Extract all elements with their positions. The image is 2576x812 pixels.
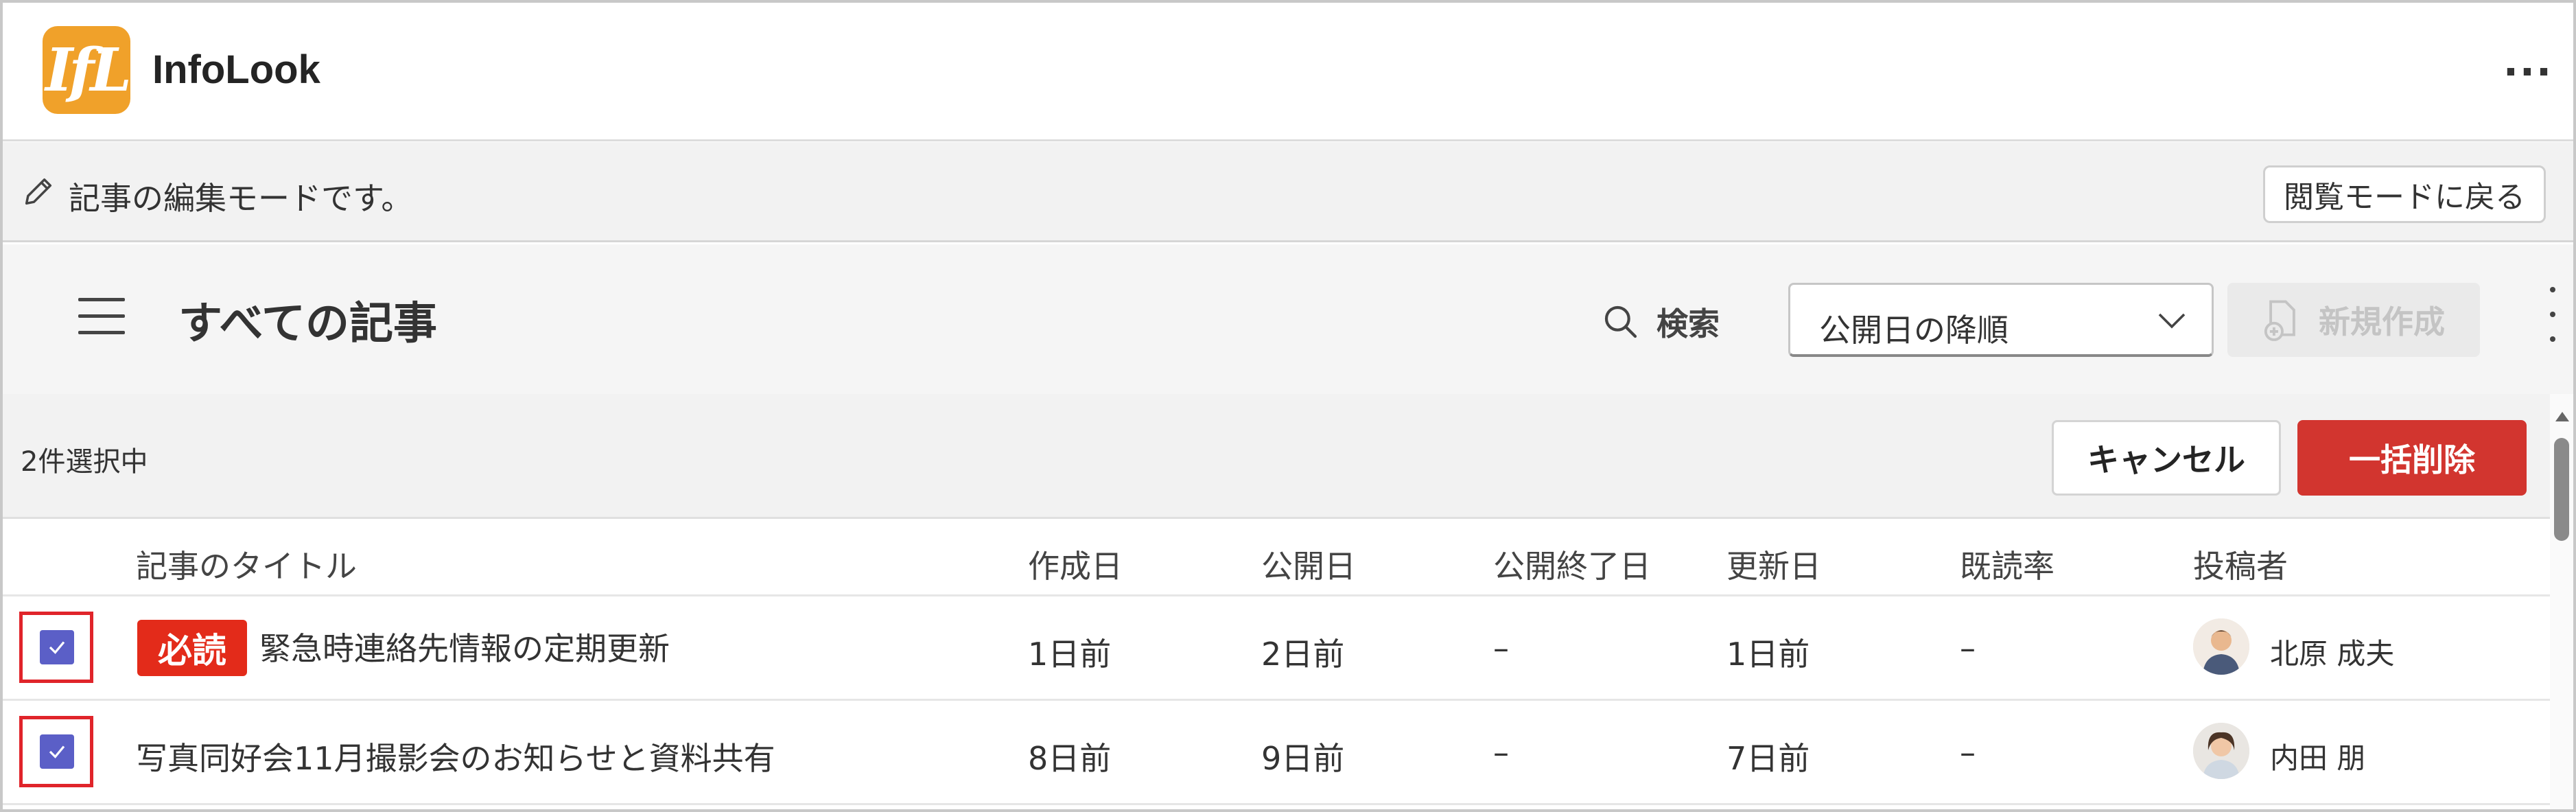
header-read-rate[interactable]: 既読率	[1960, 542, 2054, 587]
cancel-button[interactable]: キャンセル	[2052, 420, 2281, 496]
published-date: 9日前	[1261, 740, 1345, 777]
hamburger-menu-icon[interactable]	[78, 298, 125, 335]
selection-bar: 2件選択中 キャンセル 一括削除	[3, 394, 2550, 519]
read-rate: –	[1960, 734, 1976, 771]
table-header-row: 記事のタイトル 作成日 公開日 公開終了日 更新日 既読率 投稿者	[3, 521, 2550, 596]
toolbar-more-icon[interactable]	[2544, 287, 2561, 342]
vertical-scrollbar[interactable]	[2550, 394, 2573, 809]
selection-highlight	[19, 612, 93, 683]
header-end-date[interactable]: 公開終了日	[1493, 542, 1651, 587]
edit-mode-bar: 記事の編集モードです。 閲覧モードに戻る	[3, 142, 2573, 242]
scroll-up-icon[interactable]	[2555, 412, 2569, 421]
new-article-button[interactable]: 新規作成	[2227, 283, 2480, 357]
table-row[interactable]: 必読 緊急時連絡先情報の定期更新 1日前 2日前 – 1日前 – 北原 成夫	[3, 596, 2550, 701]
search-label: 検索	[1656, 305, 1720, 343]
must-read-badge: 必読	[137, 620, 247, 676]
checkmark-icon	[49, 641, 65, 654]
bulk-delete-button[interactable]: 一括削除	[2297, 420, 2527, 496]
search-button[interactable]: 検索	[1602, 299, 1720, 345]
toolbar: すべての記事 検索 公開日の降順 新規作成	[3, 244, 2573, 394]
sort-dropdown[interactable]: 公開日の降順	[1788, 283, 2214, 357]
app-header: IfL InfoLook ...	[3, 3, 2573, 141]
end-date: –	[1493, 629, 1509, 666]
header-title[interactable]: 記事のタイトル	[136, 542, 357, 587]
pencil-icon	[25, 178, 52, 205]
app-title: InfoLook	[152, 47, 320, 92]
chevron-down-icon	[2158, 313, 2186, 329]
row-checkbox[interactable]	[40, 630, 74, 664]
edit-mode-message: 記事の編集モードです。	[69, 180, 413, 217]
page-title: すべての記事	[178, 299, 437, 349]
header-author[interactable]: 投稿者	[2193, 542, 2288, 587]
updated-date: 7日前	[1726, 740, 1810, 777]
author-name[interactable]: 内田 朋	[2270, 735, 2365, 777]
header-created[interactable]: 作成日	[1028, 542, 1123, 587]
new-article-label: 新規作成	[2319, 303, 2445, 340]
sort-selected-value: 公開日の降順	[1819, 312, 2009, 349]
article-title-link[interactable]: 写真同好会11月撮影会のお知らせと資料共有	[136, 734, 775, 779]
scroll-thumb[interactable]	[2554, 438, 2569, 541]
search-icon	[1604, 305, 1637, 338]
read-rate: –	[1960, 629, 1976, 666]
author-avatar	[2193, 618, 2249, 675]
row-checkbox[interactable]	[40, 734, 74, 769]
author-avatar	[2193, 723, 2249, 779]
selected-count: 2件選択中	[21, 446, 148, 478]
articles-table: 記事のタイトル 作成日 公開日 公開終了日 更新日 既読率 投稿者 必読 緊急時…	[3, 521, 2550, 809]
end-date: –	[1493, 734, 1509, 771]
header-published[interactable]: 公開日	[1261, 542, 1356, 587]
published-date: 2日前	[1261, 636, 1345, 673]
selection-highlight	[19, 716, 93, 787]
checkmark-icon	[49, 745, 65, 758]
created-date: 8日前	[1028, 740, 1112, 777]
article-title-link[interactable]: 緊急時連絡先情報の定期更新	[259, 624, 670, 669]
created-date: 1日前	[1028, 636, 1112, 673]
table-row[interactable]: 写真同好会11月撮影会のお知らせと資料共有 8日前 9日前 – 7日前 – 内田…	[3, 701, 2550, 805]
updated-date: 1日前	[1726, 636, 1810, 673]
infolook-logo: IfL	[43, 26, 130, 114]
more-options-icon[interactable]: ...	[2503, 38, 2553, 85]
back-to-view-mode-button[interactable]: 閲覧モードに戻る	[2263, 165, 2546, 223]
header-updated[interactable]: 更新日	[1726, 542, 1821, 587]
new-document-icon	[2264, 300, 2295, 341]
author-name[interactable]: 北原 成夫	[2270, 631, 2394, 673]
